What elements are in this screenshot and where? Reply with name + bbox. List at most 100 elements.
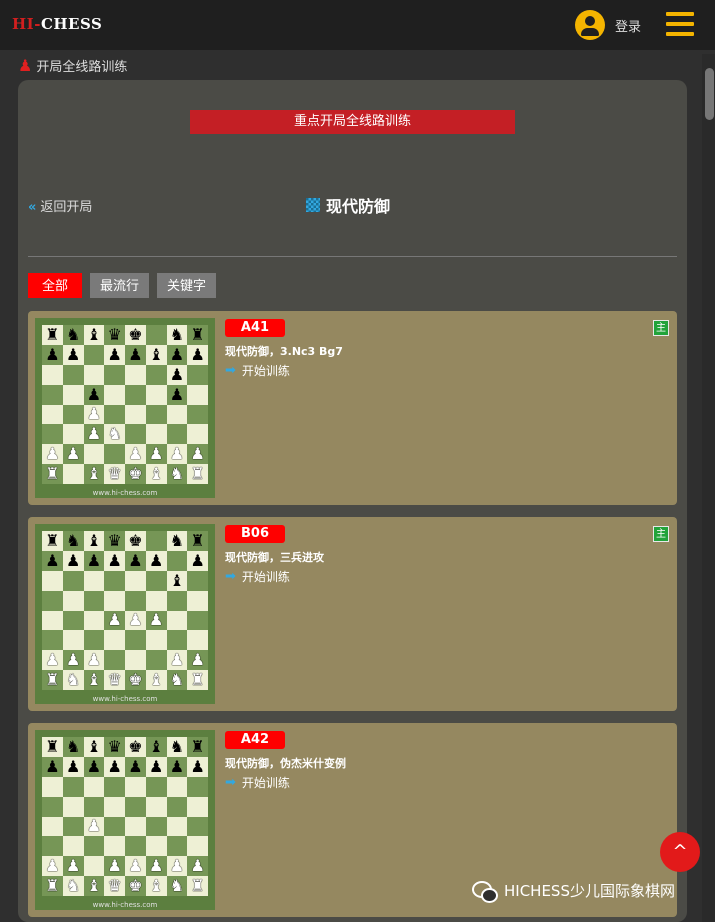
black-bishop-icon: ♝ [148,344,164,364]
board-square [125,590,146,611]
board-square [145,816,167,837]
board-square [83,344,105,365]
board-square: ♜ [187,876,208,896]
board-square [145,796,167,817]
white-pawn-icon: ♟ [128,610,143,630]
board-square [125,384,146,405]
board-square [104,444,125,465]
board-square: ♟ [42,756,63,777]
checkered-grid-icon [306,198,320,212]
board-square: ♜ [42,531,63,551]
board-square: ♛ [104,464,125,484]
white-pawn-icon: ♟ [190,856,205,876]
white-pawn-icon: ♟ [190,650,205,670]
board-square [187,570,208,591]
white-bishop-icon: ♝ [148,464,164,484]
board-square [145,570,167,591]
board-square: ♟ [187,650,208,671]
black-bishop-icon: ♝ [86,324,102,344]
user-avatar-icon[interactable] [575,10,605,40]
board-square [187,384,208,405]
scrollbar-track[interactable] [702,54,715,922]
black-bishop-icon: ♝ [86,530,102,550]
filter-keyword-button[interactable]: 关键字 [157,273,217,298]
board-square: ♜ [187,325,208,345]
white-knight-icon: ♞ [169,464,185,484]
filter-popular-button[interactable]: 最流行 [90,273,150,298]
divider [28,256,677,257]
back-to-openings-link[interactable]: «返回开局 [28,196,92,215]
wechat-icon [472,880,498,903]
board-square [42,384,63,405]
white-rook-icon: ♜ [190,670,205,690]
white-knight-icon: ♞ [65,670,81,690]
white-knight-icon: ♞ [169,670,185,690]
breadcrumb-label[interactable]: 开局全线路训练 [36,56,127,75]
chess-board-thumbnail[interactable]: ♜ ♞ ♝ ♛ ♚ ♞ ♜ ♟ ♟ ♟ ♟ ♟ ♟ ♟ ♝ ♟ ♟ ♟ ♟ ♟ ♟ ♟ ♟ ♜ ♞ ♝ ♛ ♚ ♝ ♞ ♜ www.hi-c… [35,524,215,704]
board-square: ♟ [104,856,125,877]
board-square [42,816,63,837]
start-training-link[interactable]: ➡ 开始训练 [225,362,290,379]
chess-board-thumbnail[interactable]: ♜ ♞ ♝ ♛ ♚ ♞ ♜ ♟ ♟ ♟ ♟ ♝ ♟ ♟ ♟ ♟ ♟ ♟ ♟ ♞ ♟ ♟ ♟ ♟ ♟ ♟ ♜ ♝ ♛ ♚ ♝ ♞ ♜ www.hi… [35,318,215,498]
board-square: ♟ [62,344,84,365]
board-watermark: www.hi-chess.com [92,695,158,703]
filter-all-button[interactable]: 全部 [28,273,83,298]
black-pawn-icon: ♟ [107,550,122,570]
board-square [187,404,208,425]
arrow-right-icon: ➡ [225,569,236,584]
board-square: ♟ [187,344,208,365]
start-training-link[interactable]: ➡ 开始训练 [225,568,290,585]
board-square [104,650,125,671]
board-square [145,836,167,857]
training-banner-button[interactable]: 重点开局全线路训练 [190,110,515,134]
board-square [62,464,84,484]
board-square: ♞ [104,424,125,445]
back-label: 返回开局 [40,200,93,215]
white-pawn-icon: ♟ [148,444,164,464]
board-square: ♞ [62,876,84,896]
board-square [42,796,63,817]
opening-card[interactable]: ♜ ♞ ♝ ♛ ♚ ♞ ♜ ♟ ♟ ♟ ♟ ♟ ♟ ♟ ♝ ♟ ♟ ♟ ♟ ♟ ♟ ♟ ♟ ♜ ♞ ♝ ♛ ♚ ♝ ♞ ♜ www.hi-c… [28,517,677,711]
start-training-link[interactable]: ➡ 开始训练 [225,774,290,791]
board-square: ♟ [62,756,84,777]
black-queen-icon: ♛ [107,324,122,344]
board-square: ♜ [42,325,63,345]
board-square [125,776,146,797]
eco-code-badge: A41 [225,319,285,337]
white-pawn-icon: ♟ [45,444,60,464]
arrow-right-icon: ➡ [225,363,236,378]
white-pawn-icon: ♟ [86,650,102,670]
black-king-icon: ♚ [128,530,143,550]
hichess-logo[interactable]: HI-CHESS [12,15,102,33]
board-square: ♟ [42,856,63,877]
board-square [104,796,125,817]
board-square: ♝ [145,670,167,690]
board-square: ♟ [62,550,84,571]
board-square [83,776,105,797]
hamburger-menu-icon[interactable] [666,12,694,38]
white-queen-icon: ♛ [107,876,122,896]
white-bishop-icon: ♝ [86,464,102,484]
white-pawn-icon: ♟ [65,444,81,464]
login-link[interactable]: 登录 [615,16,641,35]
board-square: ♟ [83,384,105,405]
board-square [125,424,146,445]
board-watermark: www.hi-chess.com [92,489,158,497]
board-square: ♟ [83,650,105,671]
board-square: ♚ [125,670,146,690]
page-title: 现代防御 [306,193,390,217]
board-square [166,404,188,425]
board-square [104,630,125,651]
white-rook-icon: ♜ [190,876,205,896]
white-pawn-icon: ♟ [169,856,185,876]
board-square [166,776,188,797]
chess-board-thumbnail[interactable]: ♜ ♞ ♝ ♛ ♚ ♝ ♞ ♜ ♟ ♟ ♟ ♟ ♟ ♟ ♟ ♟ ♟ ♟ ♟ ♟ ♟ ♟ ♟ ♟ ♜ ♞ ♝ ♛ ♚ ♝ ♞ ♜ www.hi-… [35,730,215,910]
black-knight-icon: ♞ [65,324,81,344]
opening-card[interactable]: ♜ ♞ ♝ ♛ ♚ ♞ ♜ ♟ ♟ ♟ ♟ ♝ ♟ ♟ ♟ ♟ ♟ ♟ ♟ ♞ ♟ ♟ ♟ ♟ ♟ ♟ ♜ ♝ ♛ ♚ ♝ ♞ ♜ www.hi… [28,311,677,505]
board-square [83,570,105,591]
board-square: ♚ [125,325,146,345]
black-queen-icon: ♛ [107,530,122,550]
scroll-to-top-button[interactable]: ^ [660,832,700,872]
board-square [145,531,167,551]
scrollbar-thumb[interactable] [705,68,714,120]
